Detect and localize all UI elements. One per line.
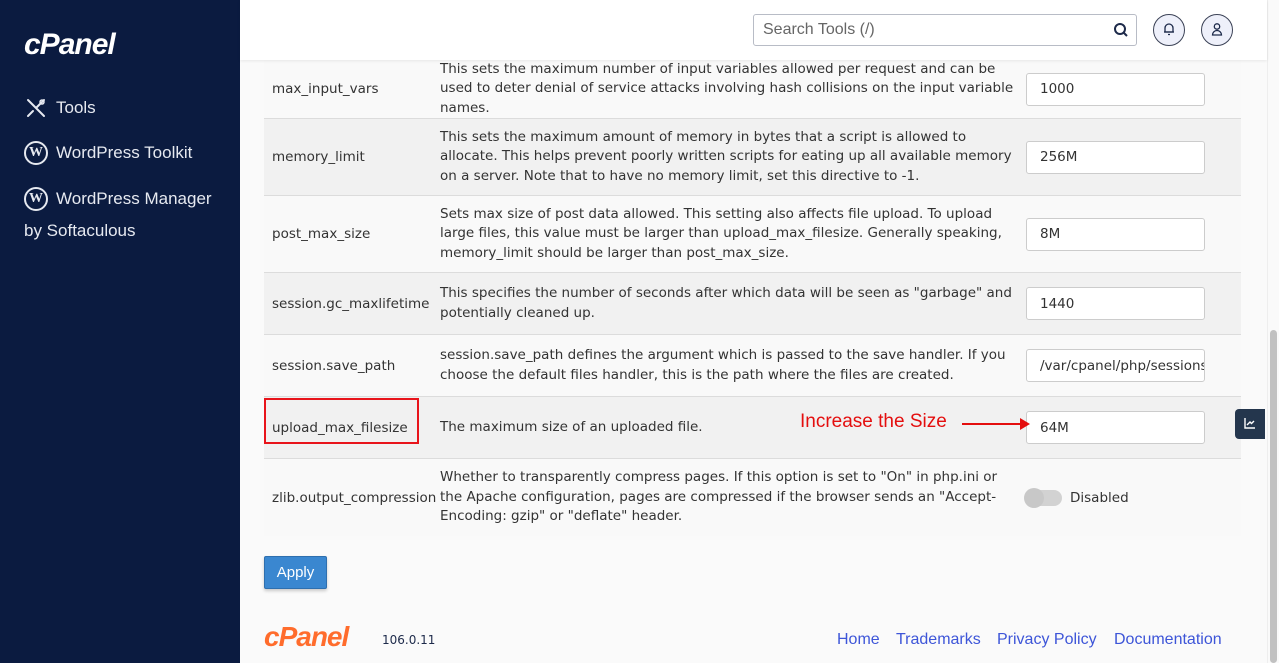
wordpress-icon: W <box>24 141 48 165</box>
toggle-state-label: Disabled <box>1070 489 1129 506</box>
footer-link-trademarks[interactable]: Trademarks <box>896 631 981 649</box>
chart-icon <box>1243 415 1257 434</box>
setting-description: Whether to transparently compress pages.… <box>440 469 998 525</box>
user-menu-button[interactable] <box>1201 14 1233 46</box>
setting-description: Sets max size of post data allowed. This… <box>440 205 1002 261</box>
version-text: 106.0.11 <box>382 633 436 647</box>
setting-name: session.gc_maxlifetime <box>272 295 430 312</box>
tools-icon <box>24 96 48 120</box>
scrollbar-thumb[interactable] <box>1270 330 1277 663</box>
table-row: memory_limit This sets the maximum amoun… <box>264 119 1241 196</box>
sidebar-item-wordpress-toolkit[interactable]: W WordPress Toolkit <box>24 141 192 165</box>
notifications-button[interactable] <box>1153 14 1185 46</box>
setting-description: This specifies the number of seconds aft… <box>440 285 1012 321</box>
search-input[interactable] <box>754 15 1106 45</box>
setting-name: memory_limit <box>272 149 365 165</box>
setting-description: This sets the maximum amount of memory i… <box>440 128 1012 184</box>
page-scrollbar[interactable] <box>1267 0 1279 663</box>
setting-name: max_input_vars <box>272 81 379 97</box>
php-settings-table: max_input_vars This sets the maximum num… <box>264 60 1241 536</box>
arrow-right-icon <box>962 418 1030 430</box>
footer-link-documentation[interactable]: Documentation <box>1114 631 1222 649</box>
highlight-box <box>264 397 419 444</box>
table-row: session.save_path session.save_path defi… <box>264 335 1241 397</box>
user-icon <box>1210 21 1224 40</box>
table-row: upload_max_filesize The maximum size of … <box>264 397 1241 459</box>
sidebar: cPanel Tools W WordPress Toolkit W WordP… <box>0 0 240 663</box>
setting-name: upload_max_filesize <box>264 397 440 444</box>
table-row: session.gc_maxlifetime This specifies th… <box>264 273 1241 335</box>
sidebar-item-label: WordPress Manager <box>56 189 212 208</box>
setting-value-input[interactable] <box>1026 349 1205 382</box>
sidebar-item-tools[interactable]: Tools <box>24 96 96 120</box>
apply-button[interactable]: Apply <box>264 556 327 589</box>
setting-value-input[interactable] <box>1026 72 1205 106</box>
sidebar-item-label: Tools <box>56 98 96 117</box>
sidebar-item-label: WordPress Toolkit <box>56 143 193 162</box>
top-header <box>240 0 1267 60</box>
setting-description: This sets the maximum number of input va… <box>440 60 1014 116</box>
compression-toggle[interactable] <box>1024 487 1062 508</box>
search-icon[interactable] <box>1106 22 1136 38</box>
upload-max-filesize-input[interactable] <box>1026 411 1205 444</box>
cpanel-logo[interactable]: cPanel <box>24 28 116 62</box>
sidebar-item-sublabel[interactable]: by Softaculous <box>24 221 136 241</box>
table-row: max_input_vars This sets the maximum num… <box>264 60 1241 119</box>
search-box <box>753 14 1137 46</box>
setting-name: post_max_size <box>272 226 371 242</box>
wordpress-icon: W <box>24 187 48 211</box>
sidebar-item-wordpress-manager[interactable]: W WordPress Manager <box>24 187 212 211</box>
setting-name: zlib.output_compression <box>272 489 437 506</box>
setting-value-input[interactable] <box>1026 287 1205 320</box>
annotation-text: Increase the Size <box>800 411 947 432</box>
setting-description: session.save_path defines the argument w… <box>440 347 1006 383</box>
footer-cpanel-logo[interactable]: cPanel <box>264 621 349 653</box>
setting-name: session.save_path <box>272 357 396 374</box>
setting-value-input[interactable] <box>1026 217 1205 251</box>
table-row: post_max_size Sets max size of post data… <box>264 196 1241 273</box>
table-row: zlib.output_compression Whether to trans… <box>264 459 1241 536</box>
footer-link-privacy-policy[interactable]: Privacy Policy <box>997 631 1097 649</box>
setting-value-input[interactable] <box>1026 140 1205 174</box>
footer-link-home[interactable]: Home <box>837 631 880 649</box>
bell-icon <box>1162 21 1176 40</box>
stats-panel-toggle[interactable] <box>1235 409 1265 439</box>
